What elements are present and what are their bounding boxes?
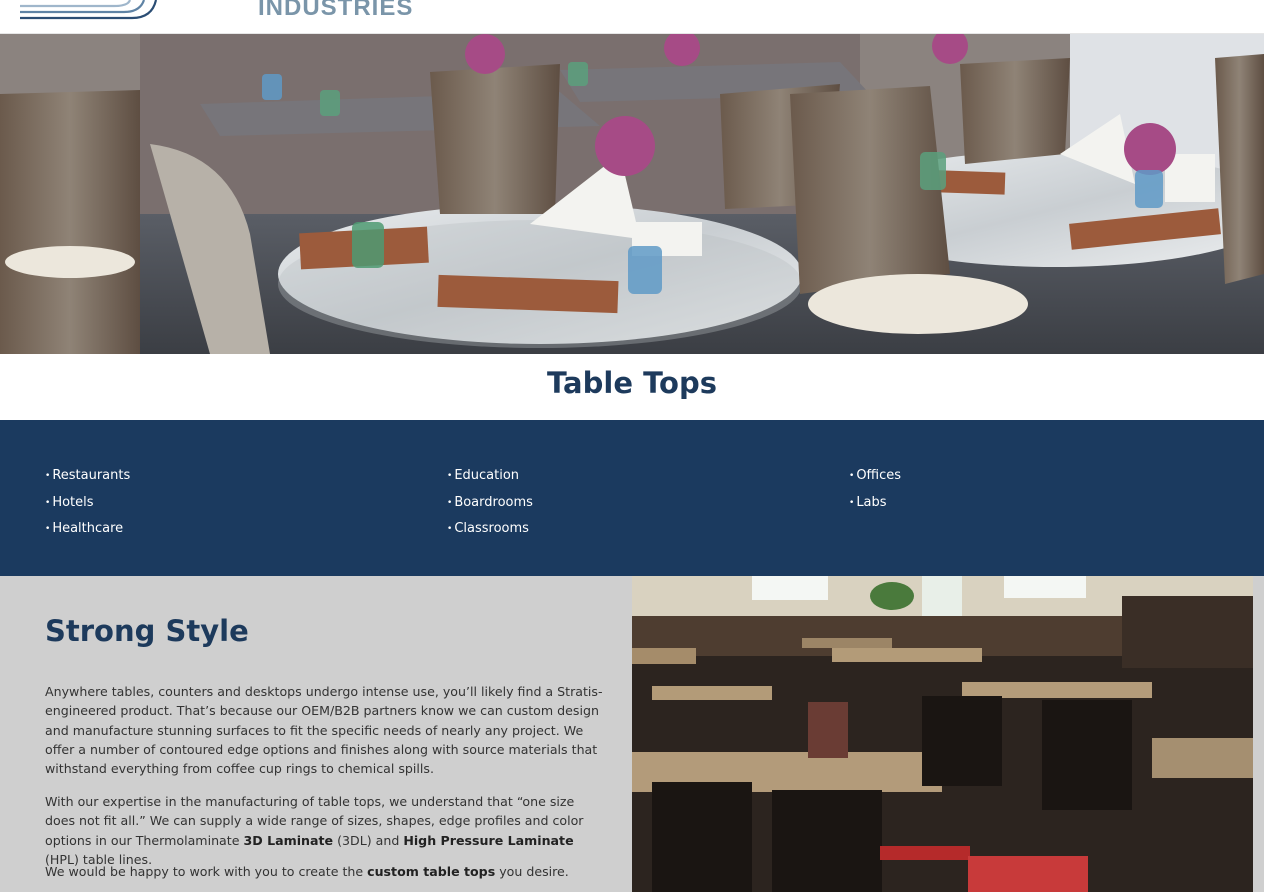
list-item: Boardrooms [447,490,533,517]
closing-paragraph: We would be happy to work with you to cr… [45,862,605,881]
text: We would be happy to work with you to cr… [45,864,368,879]
list-item: Labs [849,490,901,517]
list-item: Hotels [45,490,130,517]
link-3d-laminate[interactable]: 3D Laminate [243,833,333,848]
market-list-band [0,420,1264,576]
section-title: Strong Style [45,614,249,648]
list-item: Education [447,463,533,490]
link-custom-table-tops[interactable]: custom table tops [367,864,495,879]
text: you desire. [495,864,569,879]
text: (3DL) and [333,832,404,848]
market-list-col-1: Restaurants Hotels Healthcare [45,463,130,543]
page-title: Table Tops [547,366,717,400]
expertise-paragraph: With our expertise in the manufacturing … [45,792,605,869]
list-item: Restaurants [45,463,130,490]
list-item: Healthcare [45,516,130,543]
market-list-col-2: Education Boardrooms Classrooms [447,463,533,543]
intro-paragraph: Anywhere tables, counters and desktops u… [45,684,603,777]
restaurant-photo [632,576,1253,892]
site-header: INDUSTRIES [0,0,1264,34]
hero-image [0,34,1264,354]
logo-text[interactable]: INDUSTRIES [258,0,413,22]
logo-icon[interactable] [20,0,160,22]
market-list-col-3: Offices Labs [849,463,901,516]
list-item: Offices [849,463,901,490]
list-item: Classrooms [447,516,533,543]
link-hpl[interactable]: High Pressure Laminate [403,833,573,848]
